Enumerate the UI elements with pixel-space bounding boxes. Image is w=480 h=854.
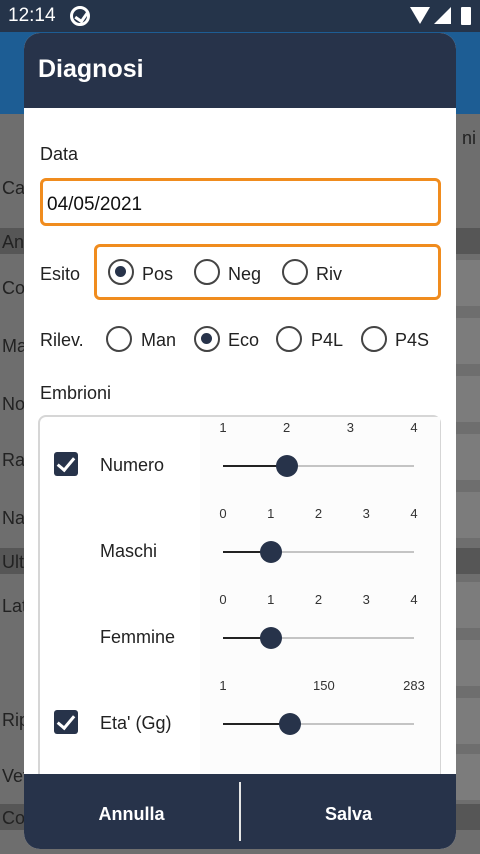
battery-icon: [461, 7, 471, 25]
esito-radio-riv[interactable]: [282, 259, 308, 285]
slider-tick-label: 4: [410, 420, 418, 435]
embrioni-checkbox[interactable]: [54, 452, 78, 476]
background-field: [454, 582, 480, 628]
slider-tick-label: 3: [362, 592, 370, 607]
background-label: Ult: [2, 552, 24, 572]
slider-tick-label: 3: [362, 506, 370, 521]
rilev-radio-p4s[interactable]: [361, 326, 387, 352]
slider-tick-label: 1: [219, 678, 227, 693]
date-input[interactable]: 04/05/2021: [40, 178, 441, 226]
esito-option-label: Neg: [228, 264, 262, 284]
slider-thumb[interactable]: [275, 455, 298, 477]
slider-tick-label: 2: [283, 420, 291, 435]
slider-tick-label: 0: [219, 506, 227, 521]
slider-tick-label: 1: [267, 592, 275, 607]
background-field: [454, 318, 480, 364]
background-label: An: [2, 232, 25, 252]
esito-option-label: Pos: [142, 264, 174, 284]
slider-tick-label: 150: [313, 678, 335, 693]
status-time: 12:14: [8, 5, 56, 26]
embrioni-panel: Numero 1 2 3 4 Maschi 0 1 2 3 4 Femmine 0 1 2 3 4 Eta' (G…: [38, 415, 441, 775]
esito-radio-group: Pos Neg Riv: [94, 244, 441, 300]
esito-option-label: Riv: [316, 264, 342, 284]
esito-radio-pos[interactable]: [108, 259, 134, 285]
slider-tick-label: 3: [346, 420, 354, 435]
background-field: [454, 260, 480, 306]
rilev-option-label: P4L: [311, 330, 344, 350]
rilev-radio-p4l[interactable]: [276, 326, 302, 352]
slider-tick-label: 0: [219, 592, 227, 607]
slider-tick-label: 1: [219, 420, 227, 435]
slider-thumb[interactable]: [259, 541, 282, 563]
background-label: ni: [461, 128, 476, 148]
diagnosi-dialog: Diagnosi Data 04/05/2021 Esito Pos Neg R…: [24, 33, 456, 849]
slider-tick-label: 1: [267, 506, 275, 521]
wifi-icon: [410, 7, 430, 24]
embrioni-row-label: Maschi: [100, 541, 158, 561]
status-bar: 12:14: [0, 0, 480, 32]
dialog-footer: Annulla Salva: [24, 774, 456, 849]
rilev-option-label: Man: [141, 330, 177, 350]
background-label: No: [2, 394, 26, 414]
rilev-option-label: Eco: [228, 330, 260, 350]
date-label: Data: [40, 144, 79, 164]
rilev-option-label: P4S: [395, 330, 430, 350]
dialog-title: Diagnosi: [24, 33, 456, 108]
save-button[interactable]: Salva: [241, 774, 456, 849]
slider-thumb[interactable]: [279, 713, 302, 735]
esito-radio-neg[interactable]: [194, 259, 220, 285]
cancel-button[interactable]: Annulla: [24, 774, 239, 849]
slider-tick-label: 283: [403, 678, 425, 693]
background-label: Ca: [2, 178, 26, 198]
sync-icon: [70, 6, 90, 26]
background-field: [454, 434, 480, 480]
rilev-radio-man[interactable]: [106, 326, 132, 352]
signal-icon: [434, 7, 451, 24]
slider-thumb[interactable]: [259, 627, 282, 649]
embrioni-checkbox[interactable]: [54, 710, 78, 734]
slider-tick-label: 4: [410, 506, 418, 521]
slider-tick-label: 2: [314, 506, 323, 521]
rilev-label: Rilev.: [40, 330, 84, 350]
slider-tick-label: 2: [314, 592, 323, 607]
embrioni-row-label: Femmine: [100, 627, 176, 647]
background-field: [454, 754, 480, 800]
background-field: [454, 698, 480, 744]
background-field: [454, 376, 480, 422]
background-label: Co: [2, 278, 26, 298]
embrioni-label: Embrioni: [40, 383, 112, 403]
embrioni-row-label: Eta' (Gg): [100, 713, 172, 733]
background-label: Na: [2, 508, 26, 528]
background-field: [454, 492, 480, 538]
background-field: [454, 640, 480, 686]
background-label: Co: [2, 808, 26, 828]
embrioni-row-label: Numero: [100, 455, 165, 475]
rilev-radio-eco[interactable]: [194, 326, 220, 352]
slider-tick-label: 4: [410, 592, 418, 607]
esito-label: Esito: [40, 264, 81, 284]
